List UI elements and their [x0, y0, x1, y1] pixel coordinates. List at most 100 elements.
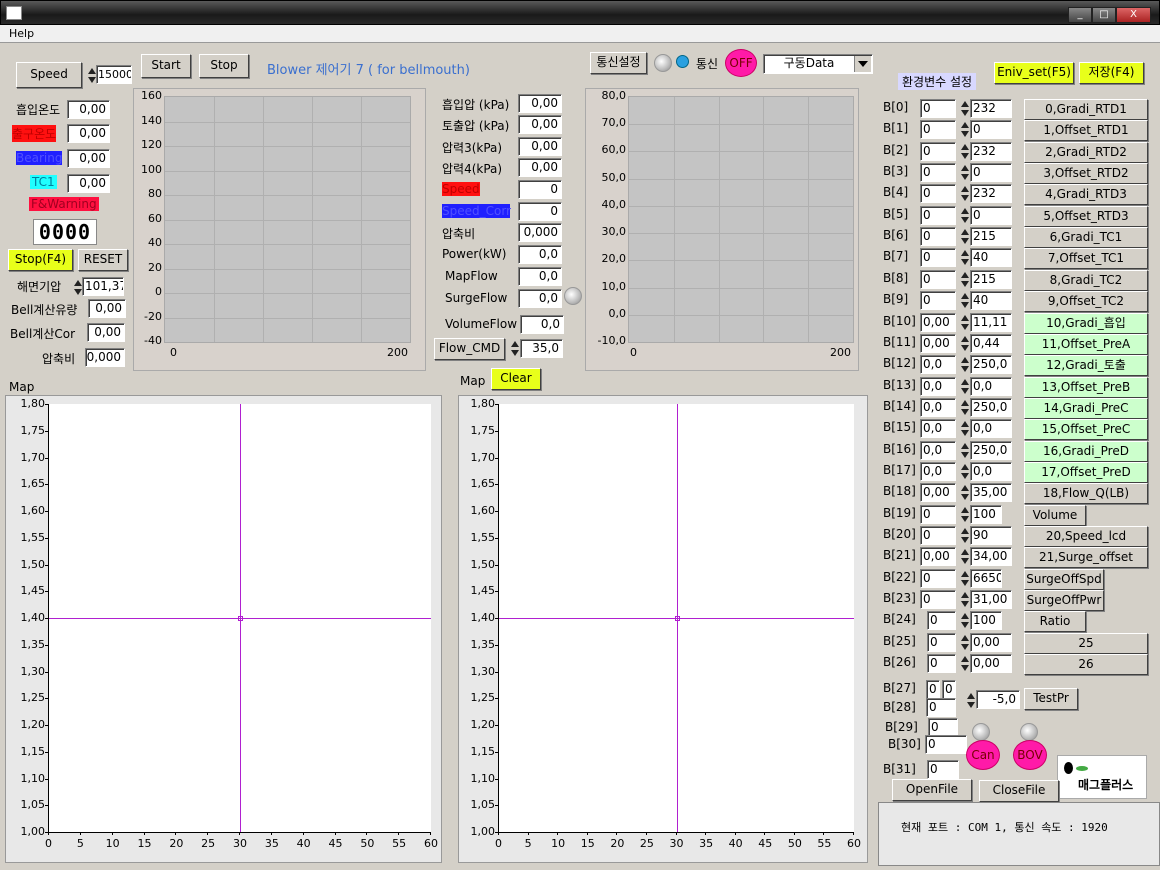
env-input-a-10[interactable]: 0,00	[920, 313, 956, 332]
env-spinner-0[interactable]	[960, 99, 969, 118]
env-input-a-0[interactable]: 0	[920, 99, 956, 118]
env-spinner-24[interactable]	[960, 611, 969, 630]
env-input-a-17[interactable]: 0,0	[920, 462, 956, 481]
env-button-0[interactable]: 0,Gradi_RTD1	[1024, 99, 1148, 120]
env-button-26[interactable]: 26	[1024, 654, 1148, 675]
env-spinner-16[interactable]	[960, 441, 969, 460]
env-spinner-21[interactable]	[960, 547, 969, 566]
env-button-13[interactable]: 13,Offset_PreB	[1024, 377, 1148, 398]
env-input-a-1[interactable]: 0	[920, 120, 956, 139]
env-spinner-19[interactable]	[960, 505, 969, 524]
env-input-b-15[interactable]: 0,0	[970, 419, 1012, 438]
env-spinner-8[interactable]	[960, 270, 969, 289]
env-button-15[interactable]: 15,Offset_PreC	[1024, 419, 1148, 440]
env-input-a-9[interactable]: 0	[920, 291, 956, 310]
env-button-19[interactable]: Volume	[1024, 505, 1086, 526]
env-button-4[interactable]: 4,Gradi_RTD3	[1024, 184, 1148, 205]
env-button-3[interactable]: 3,Offset_RTD2	[1024, 163, 1148, 184]
test-pr-button[interactable]: TestPr	[1024, 688, 1078, 710]
env-button-11[interactable]: 11,Offset_PreA	[1024, 334, 1148, 355]
env-input-a-5[interactable]: 0	[920, 206, 956, 225]
env-spinner-4[interactable]	[960, 184, 969, 203]
stop-f4-button[interactable]: Stop(F4)	[8, 249, 73, 271]
env-input-a-4[interactable]: 0	[920, 184, 956, 203]
sea-pressure-spinner[interactable]	[73, 278, 82, 297]
b30-input[interactable]: 0	[925, 735, 967, 754]
env-input-b-13[interactable]: 0,0	[970, 377, 1012, 396]
data-select[interactable]: 구동Data	[763, 54, 873, 74]
env-input-b-19[interactable]: 100	[970, 505, 1002, 524]
env-spinner-23[interactable]	[960, 590, 969, 609]
flow-cmd-spinner[interactable]	[510, 339, 519, 358]
env-input-a-6[interactable]: 0	[920, 227, 956, 246]
env-spinner-15[interactable]	[960, 419, 969, 438]
env-input-b-16[interactable]: 250,0	[970, 441, 1012, 460]
env-button-8[interactable]: 8,Gradi_TC2	[1024, 270, 1148, 291]
close-button[interactable]: X	[1116, 7, 1151, 23]
env-input-b-14[interactable]: 250,0	[970, 398, 1012, 417]
env-button-5[interactable]: 5,Offset_RTD3	[1024, 206, 1148, 227]
env-spinner-9[interactable]	[960, 291, 969, 310]
env-input-a-3[interactable]: 0	[920, 163, 956, 182]
maximize-button[interactable]: □	[1092, 7, 1116, 23]
env-button-24[interactable]: Ratio	[1024, 611, 1086, 632]
env-input-b-9[interactable]: 40	[970, 291, 1012, 310]
env-input-b-6[interactable]: 215	[970, 227, 1012, 246]
env-input-a-22[interactable]: 0	[920, 569, 956, 588]
minimize-button[interactable]: _	[1068, 7, 1092, 23]
env-input-b-21[interactable]: 34,00	[970, 547, 1012, 566]
b28-input[interactable]: 0	[926, 698, 956, 717]
env-spinner-12[interactable]	[960, 355, 969, 374]
env-button-14[interactable]: 14,Gradi_PreC	[1024, 398, 1148, 419]
env-input-b-20[interactable]: 90	[970, 526, 1012, 545]
env-spinner-13[interactable]	[960, 377, 969, 396]
env-button-20[interactable]: 20,Speed_lcd	[1024, 526, 1148, 547]
env-input-a-26[interactable]: 0	[927, 654, 956, 673]
env-button-23[interactable]: SurgeOffPwr	[1024, 590, 1104, 611]
env-spinner-10[interactable]	[960, 313, 969, 332]
env-button-17[interactable]: 17,Offset_PreD	[1024, 462, 1148, 483]
env-input-b-7[interactable]: 40	[970, 248, 1012, 267]
env-spinner-26[interactable]	[960, 654, 969, 673]
env-input-b-0[interactable]: 232	[970, 99, 1012, 118]
env-button-6[interactable]: 6,Gradi_TC1	[1024, 227, 1148, 248]
env-input-a-25[interactable]: 0	[927, 633, 956, 652]
env-input-b-5[interactable]: 0	[970, 206, 1012, 225]
env-button-18[interactable]: 18,Flow_Q(LB)	[1024, 483, 1148, 504]
stop-button[interactable]: Stop	[199, 54, 249, 78]
env-input-b-23[interactable]: 31,00	[970, 590, 1012, 609]
test-spinner[interactable]	[966, 691, 975, 710]
env-spinner-14[interactable]	[960, 398, 969, 417]
env-input-a-23[interactable]: 0	[920, 590, 956, 609]
env-spinner-11[interactable]	[960, 334, 969, 353]
b27-input-a[interactable]: 0	[926, 680, 940, 699]
env-spinner-20[interactable]	[960, 526, 969, 545]
env-input-a-11[interactable]: 0,00	[920, 334, 956, 353]
reset-button[interactable]: RESET	[78, 249, 128, 271]
env-input-b-2[interactable]: 232	[970, 142, 1012, 161]
env-input-b-25[interactable]: 0,00	[970, 633, 1012, 652]
close-file-button[interactable]: CloseFile	[979, 780, 1059, 802]
env-button-25[interactable]: 25	[1024, 633, 1148, 654]
env-input-b-1[interactable]: 0	[970, 120, 1012, 139]
env-input-a-14[interactable]: 0,0	[920, 398, 956, 417]
flow-cmd-button[interactable]: Flow_CMD	[434, 338, 505, 360]
b31-input[interactable]: 0	[927, 760, 959, 779]
speed-button[interactable]: Speed	[16, 62, 82, 88]
env-input-a-24[interactable]: 0	[927, 611, 956, 630]
env-button-2[interactable]: 2,Gradi_RTD2	[1024, 142, 1148, 163]
env-input-a-7[interactable]: 0	[920, 248, 956, 267]
env-button-22[interactable]: SurgeOffSpd	[1024, 569, 1104, 590]
env-input-a-12[interactable]: 0,0	[920, 355, 956, 374]
env-input-a-2[interactable]: 0	[920, 142, 956, 161]
comm-settings-button[interactable]: 통신설정	[590, 52, 647, 74]
env-button-12[interactable]: 12,Gradi_토출	[1024, 355, 1148, 376]
test-input[interactable]: -5,0	[976, 690, 1020, 709]
env-set-button[interactable]: Eniv_set(F5)	[994, 62, 1074, 84]
env-input-a-19[interactable]: 0	[920, 505, 956, 524]
env-input-a-20[interactable]: 0	[920, 526, 956, 545]
env-input-a-21[interactable]: 0,00	[920, 547, 956, 566]
env-input-b-10[interactable]: 11,11	[970, 313, 1012, 332]
env-spinner-7[interactable]	[960, 248, 969, 267]
env-button-10[interactable]: 10,Gradi_흡입	[1024, 313, 1148, 334]
